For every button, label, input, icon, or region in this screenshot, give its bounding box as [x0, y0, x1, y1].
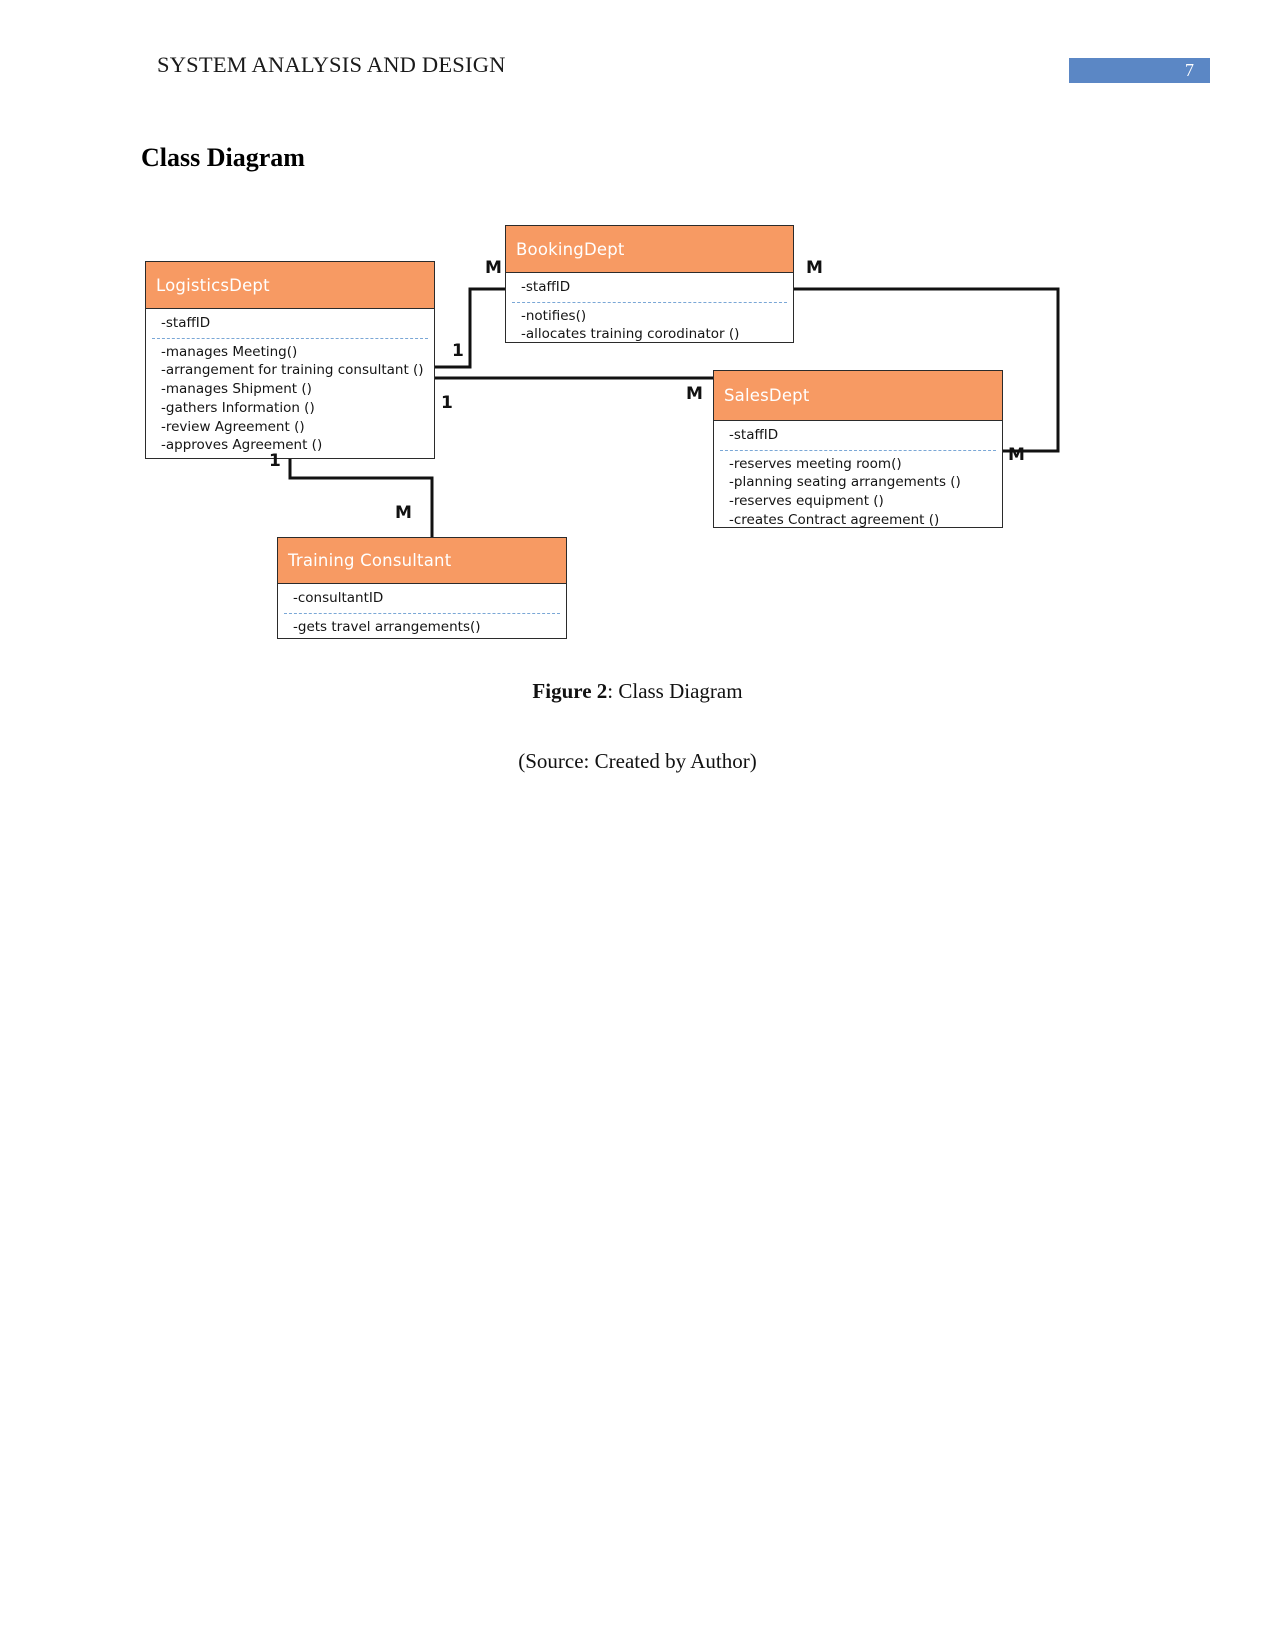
multiplicity-label-booking-right: M — [806, 258, 823, 278]
uml-method: -notifies() — [521, 307, 587, 324]
multiplicity-label-logistics-booking: 1 — [452, 341, 464, 361]
uml-class-title: SalesDept — [714, 371, 1002, 421]
uml-attribute: -staffID — [729, 427, 779, 443]
uml-attribute: -staffID — [521, 279, 571, 295]
figure-caption-text: : Class Diagram — [607, 679, 743, 703]
uml-attribute: -consultantID — [293, 590, 384, 606]
uml-method: -reserves meeting room() — [729, 455, 902, 472]
uml-attribute-list: -staffID — [512, 273, 787, 303]
multiplicity-label-sales-left: M — [686, 384, 703, 404]
uml-class-title: BookingDept — [506, 226, 793, 273]
uml-method: -approves Agreement () — [161, 437, 323, 454]
uml-class-title: LogisticsDept — [146, 262, 434, 309]
uml-attribute-list: -consultantID — [284, 584, 560, 614]
multiplicity-label-booking-left: M — [485, 258, 502, 278]
uml-attribute-list: -staffID — [152, 309, 428, 339]
uml-method: -planning seating arrangements () — [729, 474, 961, 491]
figure-caption: Figure 2: Class Diagram — [0, 679, 1275, 704]
multiplicity-label-logistics-training: 1 — [269, 451, 281, 471]
connector-logistics-booking — [435, 287, 505, 369]
uml-method: -arrangement for training consultant () — [161, 362, 424, 379]
multiplicity-label-logistics-sales: 1 — [441, 393, 453, 413]
uml-method: -reserves equipment () — [729, 493, 884, 510]
uml-method-list: -manages Meeting() -arrangement for trai… — [152, 339, 428, 459]
figure-source-note: (Source: Created by Author) — [518, 749, 757, 773]
uml-method-list: -notifies() -allocates training corodina… — [512, 303, 787, 348]
uml-attribute-list: -staffID — [720, 421, 996, 451]
uml-class-trainingconsultant[interactable]: Training Consultant -consultantID -gets … — [277, 537, 567, 639]
multiplicity-label-training-top: M — [395, 503, 412, 523]
uml-method: -creates Contract agreement () — [729, 511, 940, 528]
multiplicity-label-sales-right: M — [1008, 445, 1025, 465]
uml-method-list: -reserves meeting room() -planning seati… — [720, 451, 996, 534]
uml-method-list: -gets travel arrangements() — [284, 614, 560, 641]
uml-method: -gets travel arrangements() — [293, 618, 481, 635]
figure-caption-label: Figure 2 — [532, 679, 608, 703]
uml-method: -manages Meeting() — [161, 343, 298, 360]
uml-class-logisticsdept[interactable]: LogisticsDept -staffID -manages Meeting(… — [145, 261, 435, 459]
uml-method: -review Agreement () — [161, 418, 305, 435]
uml-method: -manages Shipment () — [161, 381, 312, 398]
uml-method: -gathers Information () — [161, 399, 315, 416]
uml-class-salesdept[interactable]: SalesDept -staffID -reserves meeting roo… — [713, 370, 1003, 528]
uml-class-bookingdept[interactable]: BookingDept -staffID -notifies() -alloca… — [505, 225, 794, 343]
uml-method: -allocates training corodinator () — [521, 326, 740, 343]
class-diagram: LogisticsDept -staffID -manages Meeting(… — [0, 0, 1275, 700]
connector-logistics-training — [288, 459, 434, 537]
uml-class-title: Training Consultant — [278, 538, 566, 584]
uml-attribute: -staffID — [161, 315, 211, 331]
